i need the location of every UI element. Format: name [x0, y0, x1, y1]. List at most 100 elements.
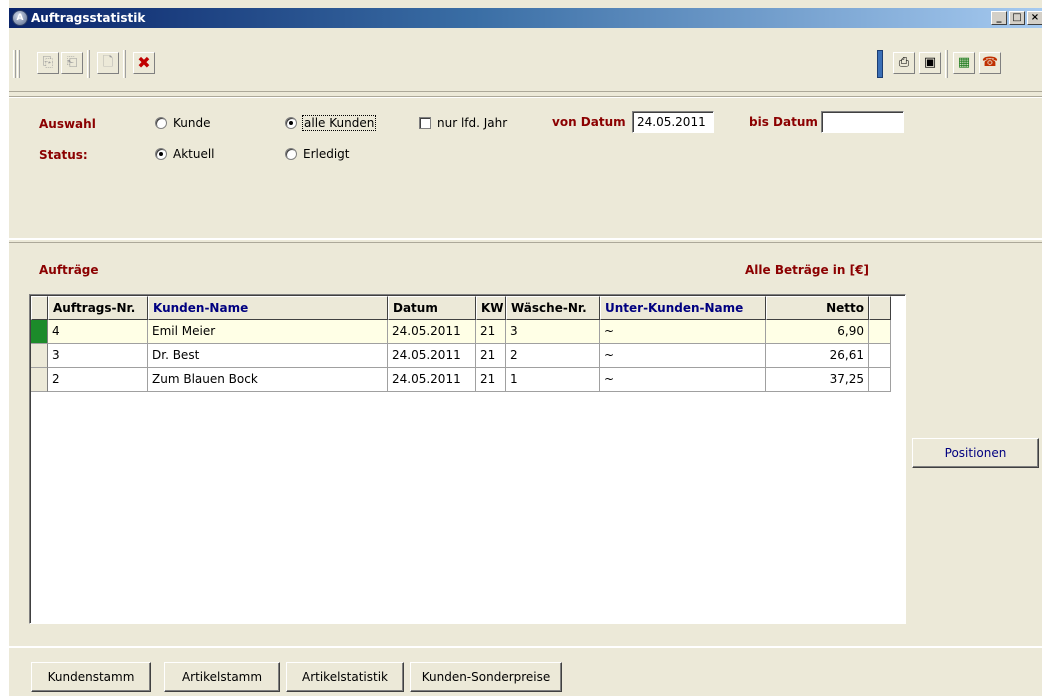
row-indicator-active	[31, 320, 48, 344]
phone-button[interactable]: ☎	[979, 52, 1001, 74]
toolbar-separator	[123, 50, 126, 78]
cell-sub-customer: ~	[600, 344, 766, 368]
from-date-label: von Datum	[552, 115, 626, 129]
cell-sub-customer: ~	[600, 320, 766, 344]
radio-all-customers-label: alle Kunden	[301, 115, 377, 131]
positions-button[interactable]: Positionen	[912, 438, 1039, 468]
checkbox-icon	[419, 117, 431, 129]
toolbar: ⎘ ⎗ 🗋 ✖ ⎙ ▣ ▦ ☎	[9, 30, 1042, 92]
cell-date: 24.05.2011	[388, 368, 476, 392]
cell-week: 21	[476, 368, 506, 392]
row-indicator	[31, 344, 48, 368]
paste-button[interactable]: ⎗	[61, 52, 83, 74]
new-document-icon: 🗋	[102, 55, 114, 70]
row-indicator-header	[31, 296, 48, 320]
article-master-button[interactable]: Artikelstamm	[164, 662, 280, 692]
cell-date: 24.05.2011	[388, 344, 476, 368]
print-button[interactable]: ⎙	[893, 52, 915, 74]
toolbar-grip	[17, 50, 20, 78]
minimize-button[interactable]: _	[991, 11, 1007, 25]
grid-header-row: Auftrags-Nr. Kunden-Name Datum KW Wäsche…	[31, 296, 891, 320]
table-row[interactable]: 3 Dr. Best 24.05.2011 21 2 ~ 26,61	[31, 344, 891, 368]
cell-customer-name: Dr. Best	[148, 344, 388, 368]
from-date-field[interactable]: 24.05.2011	[632, 111, 714, 133]
orders-grid[interactable]: Auftrags-Nr. Kunden-Name Datum KW Wäsche…	[29, 294, 906, 624]
table-row[interactable]: 2 Zum Blauen Bock 24.05.2011 21 1 ~ 37,2…	[31, 368, 891, 392]
print-icon: ⎙	[898, 55, 910, 70]
orders-section-label: Aufträge	[39, 263, 99, 277]
new-button[interactable]: 🗋	[97, 52, 119, 74]
radio-customer-label: Kunde	[173, 116, 211, 130]
cell-laundry-no: 3	[506, 320, 600, 344]
customer-special-prices-button[interactable]: Kunden-Sonderpreise	[410, 662, 562, 692]
to-date-label: bis Datum	[749, 115, 818, 129]
phone-icon: ☎	[981, 55, 999, 70]
radio-all-customers[interactable]: alle Kunden	[285, 115, 377, 131]
copy-button[interactable]: ⎘	[37, 52, 59, 74]
column-header-date[interactable]: Datum	[388, 296, 476, 320]
customer-master-button[interactable]: Kundenstamm	[31, 662, 151, 692]
cell-filler	[869, 320, 891, 344]
cell-customer-name: Emil Meier	[148, 320, 388, 344]
paste-icon: ⎗	[66, 55, 78, 70]
filter-panel: Auswahl Status: Kunde alle Kunden nur lf…	[9, 96, 1042, 240]
status-label: Status:	[39, 148, 88, 162]
to-date-field[interactable]	[821, 111, 904, 133]
radio-button-icon	[285, 148, 297, 160]
cell-week: 21	[476, 344, 506, 368]
column-header-filler	[869, 296, 891, 320]
cell-order-no: 2	[48, 368, 148, 392]
article-statistics-button[interactable]: Artikelstatistik	[286, 662, 404, 692]
copy-icon: ⎘	[42, 55, 54, 70]
calculator-button[interactable]: ▦	[953, 52, 975, 74]
delete-button[interactable]: ✖	[133, 52, 155, 74]
maximize-button[interactable]: □	[1009, 11, 1025, 25]
delete-icon: ✖	[137, 53, 151, 72]
calculator-icon: ▦	[957, 55, 971, 70]
cell-filler	[869, 368, 891, 392]
preview-icon: ▣	[923, 55, 937, 70]
cell-net: 26,61	[766, 344, 869, 368]
radio-customer[interactable]: Kunde	[155, 116, 210, 130]
cell-order-no: 4	[48, 320, 148, 344]
column-header-week[interactable]: KW	[476, 296, 506, 320]
order-statistics-window: A Auftragsstatistik _ □ × ⎘ ⎗ 🗋 ✖ ⎙ ▣ ▦ …	[8, 0, 1042, 696]
cell-laundry-no: 2	[506, 344, 600, 368]
column-header-net[interactable]: Netto	[766, 296, 869, 320]
cell-sub-customer: ~	[600, 368, 766, 392]
toolbar-separator	[945, 50, 948, 78]
radio-current-label: Aktuell	[173, 147, 215, 161]
cell-net: 37,25	[766, 368, 869, 392]
radio-completed-label: Erledigt	[303, 147, 350, 161]
row-indicator	[31, 368, 48, 392]
column-header-customer-name[interactable]: Kunden-Name	[148, 296, 388, 320]
radio-button-selected-icon	[285, 117, 297, 129]
checkbox-current-year[interactable]: nur lfd. Jahr	[419, 116, 507, 130]
title-bar: A Auftragsstatistik _ □ ×	[9, 8, 1042, 28]
preview-button[interactable]: ▣	[919, 52, 941, 74]
toolbar-indicator	[877, 50, 883, 78]
radio-button-selected-icon	[155, 148, 167, 160]
cell-order-no: 3	[48, 344, 148, 368]
selection-label: Auswahl	[39, 117, 96, 131]
close-button[interactable]: ×	[1027, 11, 1042, 25]
currency-note: Alle Beträge in [€]	[745, 263, 869, 277]
checkbox-current-year-label: nur lfd. Jahr	[437, 116, 508, 130]
table-row[interactable]: 4 Emil Meier 24.05.2011 21 3 ~ 6,90	[31, 320, 891, 344]
cell-customer-name: Zum Blauen Bock	[148, 368, 388, 392]
cell-date: 24.05.2011	[388, 320, 476, 344]
cell-laundry-no: 1	[506, 368, 600, 392]
column-header-order-no[interactable]: Auftrags-Nr.	[48, 296, 148, 320]
toolbar-grip	[13, 50, 16, 78]
radio-button-icon	[155, 117, 167, 129]
app-icon: A	[12, 10, 28, 26]
cell-filler	[869, 344, 891, 368]
column-header-sub-customer[interactable]: Unter-Kunden-Name	[600, 296, 766, 320]
bottom-button-bar: Kundenstamm Artikelstamm Artikelstatisti…	[9, 646, 1042, 696]
radio-current[interactable]: Aktuell	[155, 147, 215, 161]
column-header-laundry-no[interactable]: Wäsche-Nr.	[506, 296, 600, 320]
cell-week: 21	[476, 320, 506, 344]
radio-completed[interactable]: Erledigt	[285, 147, 350, 161]
cell-net: 6,90	[766, 320, 869, 344]
window-title: Auftragsstatistik	[31, 11, 146, 25]
